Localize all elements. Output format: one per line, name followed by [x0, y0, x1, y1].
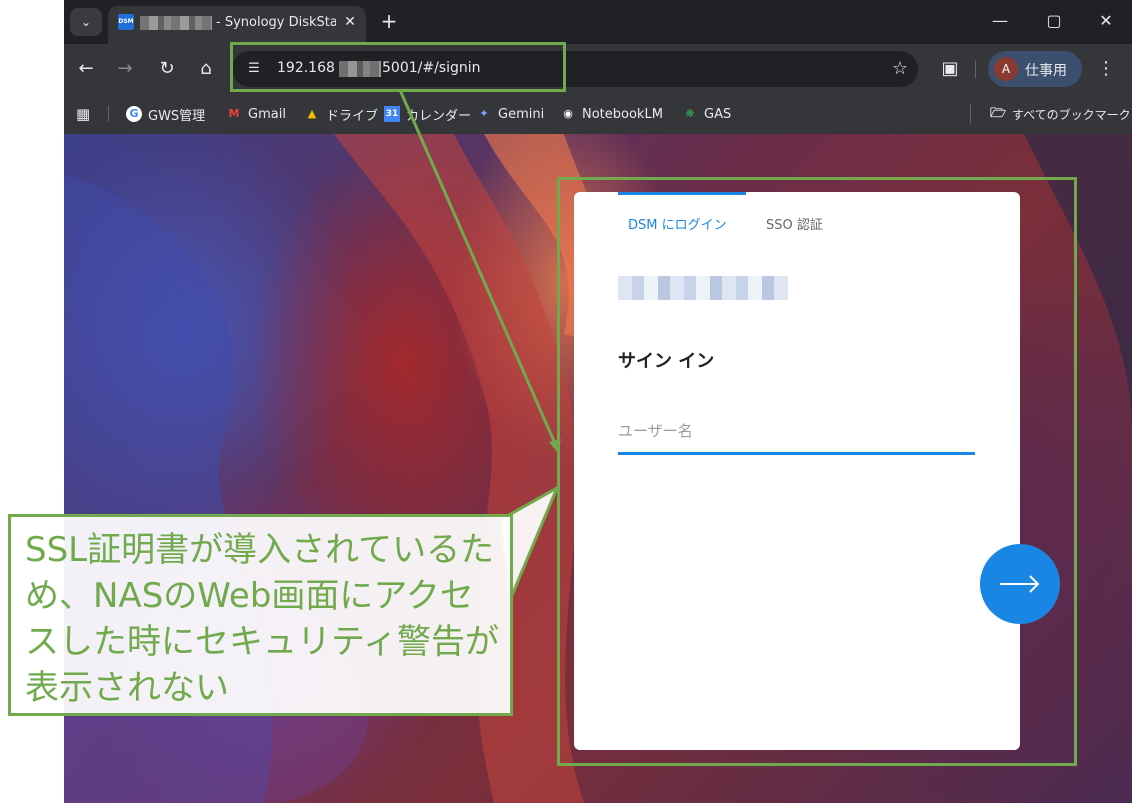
annotation-callout: SSL証明書が導入されているため、NASのWeb画面にアクセスした時にセキュリテ… — [8, 514, 513, 716]
annotation-text: SSL証明書が導入されているため、NASのWeb画面にアクセスした時にセキュリテ… — [25, 530, 499, 708]
